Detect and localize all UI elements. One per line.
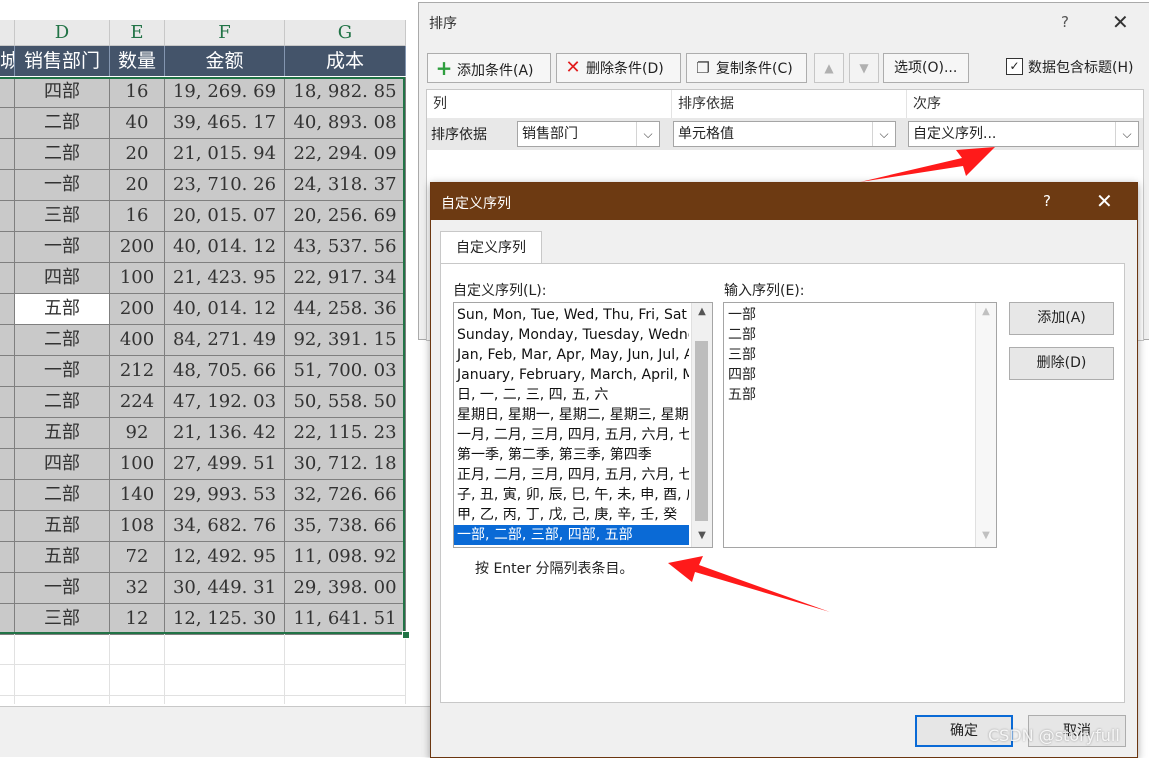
column-header-e[interactable]: E [110, 20, 165, 46]
custom-list-item[interactable]: 一月, 二月, 三月, 四月, 五月, 六月, 七月 [454, 425, 689, 445]
copy-icon: ❐ [696, 59, 710, 77]
custom-list-item[interactable]: Sun, Mon, Tue, Wed, Thu, Fri, Sat [454, 305, 689, 325]
custom-list-panel: 自定义序列(L): 输入序列(E): Sun, Mon, Tue, Wed, T… [440, 263, 1125, 703]
add-list-button[interactable]: 添加(A) [1009, 302, 1114, 335]
scroll-up-icon[interactable]: ▲ [692, 303, 712, 321]
delete-x-icon: ✕ [565, 57, 581, 78]
move-down-button[interactable]: ▼ [849, 53, 879, 83]
grid-line [284, 634, 285, 704]
custom-list-item[interactable]: 日, 一, 二, 三, 四, 五, 六 [454, 385, 689, 405]
grid-header-order: 次序 [913, 96, 941, 112]
fill-handle[interactable] [402, 631, 410, 639]
list-entry-line: 二部 [728, 327, 756, 343]
list-entry-line: 五部 [728, 387, 756, 403]
scroll-thumb[interactable] [695, 341, 708, 521]
add-condition-button[interactable]: + 添加条件(A) [427, 53, 551, 83]
listbox-scrollbar[interactable]: ▲ ▼ [691, 303, 712, 547]
grid-line [0, 695, 405, 696]
column-header-g[interactable]: G [285, 20, 406, 46]
column-select-value: 销售部门 [522, 126, 578, 142]
column-header-c[interactable] [0, 20, 15, 46]
column-header-f[interactable]: F [165, 20, 285, 46]
close-icon[interactable]: ✕ [1112, 10, 1129, 34]
grid-line [164, 634, 165, 704]
custom-list-item[interactable]: 正月, 二月, 三月, 四月, 五月, 六月, 七月 [454, 465, 689, 485]
order-select[interactable]: 自定义序列... ⌵ [908, 121, 1139, 147]
grid-line [109, 634, 110, 704]
delete-condition-button[interactable]: ✕ 删除条件(D) [556, 53, 681, 83]
delete-list-button[interactable]: 删除(D) [1009, 347, 1114, 380]
copy-condition-label: 复制条件(C) [716, 61, 793, 77]
scroll-up-icon[interactable]: ▲ [976, 303, 996, 321]
has-header-checkbox[interactable]: ✓ [1006, 58, 1023, 75]
header-cell-cost[interactable]: 成本 [285, 46, 406, 76]
has-header-label[interactable]: 数据包含标题(H) [1028, 57, 1133, 77]
order-select-value: 自定义序列... [913, 126, 997, 142]
custom-list-item[interactable]: 甲, 乙, 丙, 丁, 戊, 己, 庚, 辛, 壬, 癸 [454, 505, 689, 525]
enter-hint-text: 按 Enter 分隔列表条目。 [475, 561, 634, 577]
watermark: CSDN @storyfull [988, 726, 1120, 745]
list-entry-line: 一部 [728, 307, 756, 323]
help-icon[interactable]: ? [1061, 13, 1069, 31]
list-entries-textarea[interactable]: 一部二部三部四部五部 ▲ ▼ [723, 302, 997, 548]
entries-scrollbar[interactable]: ▲ ▼ [975, 303, 996, 547]
sort-on-select[interactable]: 单元格值 ⌵ [673, 121, 896, 147]
plus-icon: + [435, 56, 453, 80]
chevron-down-icon: ⌵ [1115, 122, 1138, 146]
grid-header-sort-on: 排序依据 [672, 90, 907, 118]
custom-list-item[interactable]: Jan, Feb, Mar, Apr, May, Jun, Jul, Aug [454, 345, 689, 365]
options-button[interactable]: 选项(O)... [883, 53, 969, 83]
grid-line [405, 634, 406, 704]
custom-lists-listbox[interactable]: Sun, Mon, Tue, Wed, Thu, Fri, Sat Sunday,… [453, 302, 713, 548]
custom-list-item[interactable]: Sunday, Monday, Tuesday, Wednesday [454, 325, 689, 345]
grid-line [14, 634, 15, 704]
custom-list-dialog: 自定义序列 ? ✕ 自定义序列 自定义序列(L): 输入序列(E): Sun, … [430, 182, 1138, 758]
chevron-down-icon: ⌵ [636, 122, 659, 146]
sort-condition-row: 排序依据 销售部门 ⌵ 单元格值 ⌵ 自定义序列... ⌵ [427, 118, 1143, 150]
sort-on-select-value: 单元格值 [678, 126, 734, 142]
column-header-d[interactable]: D [15, 20, 110, 46]
copy-condition-button[interactable]: ❐ 复制条件(C) [686, 53, 807, 83]
custom-list-item[interactable]: 第一季, 第二季, 第三季, 第四季 [454, 445, 689, 465]
list-entry-line: 三部 [728, 347, 756, 363]
add-condition-label: 添加条件(A) [457, 63, 534, 79]
scroll-down-icon[interactable]: ▼ [976, 527, 996, 545]
header-cell-amount[interactable]: 金额 [165, 46, 285, 76]
delete-condition-label: 删除条件(D) [586, 61, 664, 77]
custom-list-item[interactable]: January, February, March, April, May [454, 365, 689, 385]
custom-list-item[interactable]: 星期日, 星期一, 星期二, 星期三, 星期四 [454, 405, 689, 425]
header-cell-dept[interactable]: 销售部门 [15, 46, 110, 76]
custom-list-titlebar: 自定义序列 ? ✕ [431, 183, 1137, 220]
list-entries-label: 输入序列(E): [724, 283, 805, 299]
help-icon[interactable]: ? [1043, 192, 1051, 210]
close-icon[interactable]: ✕ [1096, 189, 1113, 213]
tab-custom-lists[interactable]: 自定义序列 [440, 231, 542, 264]
grid-line [0, 664, 405, 665]
scroll-down-icon[interactable]: ▼ [692, 527, 712, 545]
custom-list-title: 自定义序列 [441, 196, 511, 212]
header-cell-qty[interactable]: 数量 [110, 46, 165, 76]
sort-by-label: 排序依据 [431, 127, 487, 143]
column-select[interactable]: 销售部门 ⌵ [517, 121, 660, 147]
move-up-button[interactable]: ▲ [814, 53, 844, 83]
sheet-bottom-strip [0, 706, 432, 757]
custom-list-item[interactable]: 子, 丑, 寅, 卯, 辰, 巳, 午, 未, 申, 酉, 戌 [454, 485, 689, 505]
selection-range [0, 77, 405, 634]
chevron-down-icon: ⌵ [872, 122, 895, 146]
list-entry-line: 四部 [728, 367, 756, 383]
header-cell-partial[interactable]: 城 [0, 46, 15, 76]
sort-dialog-title: 排序 [429, 16, 457, 32]
custom-list-item[interactable]: 一部, 二部, 三部, 四部, 五部 [454, 525, 689, 545]
grid-header-column: 列 [427, 90, 672, 118]
custom-lists-label: 自定义序列(L): [453, 283, 547, 299]
